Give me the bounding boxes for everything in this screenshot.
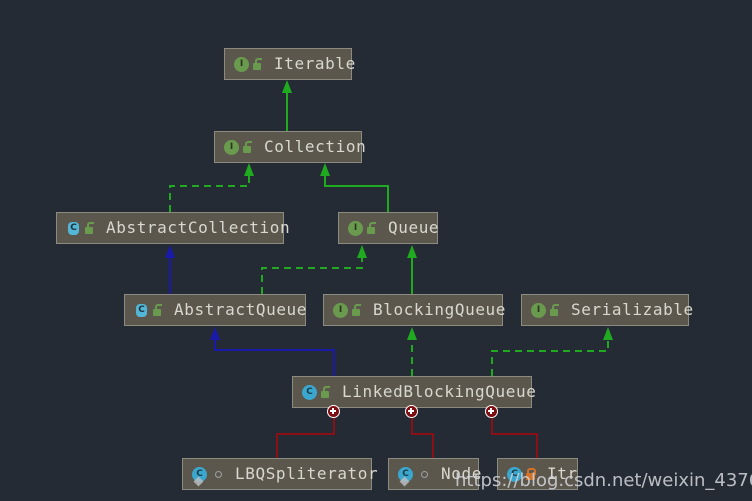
- node-label: Queue: [388, 218, 440, 237]
- package-private-icon: [419, 467, 430, 481]
- edge-collection-to-iterable: [282, 80, 292, 131]
- node-node-icons: [398, 466, 432, 482]
- node-abstractqueue[interactable]: AbstractQueue: [124, 294, 306, 326]
- edge-linkedblockingqueue-to-itr: [491, 408, 538, 458]
- node-lbqspliterator-icons: [192, 466, 226, 482]
- lock-open-icon: [549, 303, 560, 317]
- node-label: Node: [441, 464, 482, 483]
- node-queue[interactable]: Queue: [338, 212, 440, 244]
- inner-class-badge-lbqspliterator[interactable]: [327, 405, 340, 418]
- lock-closed-icon: [525, 467, 536, 481]
- node-queue-icons: [348, 220, 379, 236]
- node-itr-icons: [507, 466, 538, 482]
- node-label: LBQSpliterator: [235, 464, 379, 483]
- node-iterable-icons: [234, 56, 265, 72]
- edge-queue-to-collection: [320, 163, 389, 212]
- inner-class-badge-itr[interactable]: [485, 405, 498, 418]
- interface-icon: [234, 56, 249, 72]
- edge-linkedblockingqueue-to-lbqspliterator: [276, 408, 335, 458]
- node-blockingqueue-icons: [333, 302, 364, 318]
- node-serializable-icons: [531, 302, 562, 318]
- class-icon: [507, 466, 522, 482]
- interface-icon: [348, 220, 363, 236]
- inner-class-badge-node[interactable]: [405, 405, 418, 418]
- node-abstractcollection-icons: [66, 221, 97, 236]
- lock-open-icon: [242, 140, 253, 154]
- lock-open-icon: [320, 385, 331, 399]
- node-abstractcollection[interactable]: AbstractCollection: [56, 212, 290, 244]
- node-node[interactable]: Node: [388, 458, 482, 490]
- edge-layer: [165, 80, 613, 458]
- edge-abstractqueue-to-abstractcollection: [165, 245, 175, 294]
- node-serializable[interactable]: Serializable: [521, 294, 693, 326]
- lock-open-icon: [84, 221, 95, 235]
- interface-icon: [224, 139, 239, 155]
- edge-abstractqueue-to-queue: [261, 245, 367, 294]
- edge-linkedblockingqueue-to-blockingqueue: [407, 327, 417, 376]
- node-label: Serializable: [571, 300, 694, 319]
- class-icon: [302, 384, 317, 400]
- node-label: AbstractQueue: [174, 300, 308, 319]
- interface-icon: [531, 302, 546, 318]
- node-collection[interactable]: Collection: [214, 131, 366, 163]
- edge-abstractcollection-to-collection: [169, 163, 254, 212]
- node-label: LinkedBlockingQueue: [342, 382, 537, 401]
- abstract-class-icon: [134, 303, 149, 318]
- node-label: BlockingQueue: [373, 300, 507, 319]
- node-label: Itr: [547, 464, 578, 483]
- node-label: Collection: [264, 137, 367, 156]
- lock-open-icon: [152, 303, 163, 317]
- uml-class-diagram: Iterable Collection AbstractCollection Q…: [0, 0, 752, 501]
- node-abstractqueue-icons: [134, 303, 165, 318]
- lock-open-icon: [252, 57, 263, 71]
- node-lbqspliterator[interactable]: LBQSpliterator: [182, 458, 378, 490]
- edge-blockingqueue-to-queue: [407, 245, 417, 294]
- node-linkedblockingqueue-icons: [302, 384, 333, 400]
- edge-linkedblockingqueue-to-serializable: [491, 327, 613, 376]
- node-label: Iterable: [274, 54, 356, 73]
- lock-open-icon: [351, 303, 362, 317]
- package-private-icon: [213, 467, 224, 481]
- lock-open-icon: [366, 221, 377, 235]
- node-collection-icons: [224, 139, 255, 155]
- abstract-class-icon: [66, 221, 81, 236]
- node-iterable[interactable]: Iterable: [224, 48, 355, 80]
- node-label: AbstractCollection: [106, 218, 291, 237]
- edge-linkedblockingqueue-to-abstractqueue: [210, 327, 335, 376]
- node-blockingqueue[interactable]: BlockingQueue: [323, 294, 507, 326]
- interface-icon: [333, 302, 348, 318]
- node-linkedblockingqueue[interactable]: LinkedBlockingQueue: [292, 376, 536, 408]
- node-itr[interactable]: Itr: [497, 458, 578, 490]
